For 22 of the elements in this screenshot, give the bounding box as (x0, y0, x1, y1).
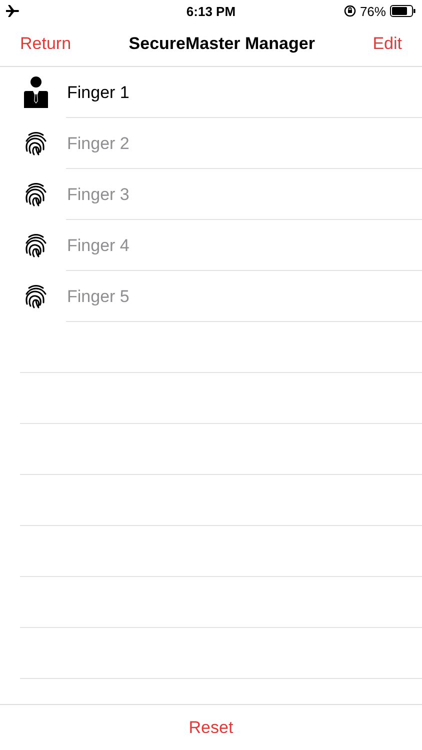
reset-button[interactable]: Reset (188, 718, 234, 738)
battery-icon (390, 5, 416, 17)
finger-list-item[interactable]: Finger 5 (0, 271, 422, 322)
fingerprint-icon (24, 182, 48, 208)
screen-title: SecureMaster Manager (128, 34, 315, 54)
finger-label: Finger 5 (67, 286, 130, 306)
return-button[interactable]: Return (20, 34, 72, 54)
status-time: 6:13 PM (186, 4, 236, 18)
finger-list-item[interactable]: Finger 1 (0, 67, 422, 118)
finger-list-item[interactable]: Finger 4 (0, 220, 422, 271)
fingerprint-icon (24, 232, 48, 258)
finger-label: Finger 3 (67, 184, 130, 204)
person-icon (24, 76, 48, 110)
finger-label: Finger 1 (67, 82, 130, 102)
finger-label: Finger 2 (67, 134, 130, 154)
fingerprint-icon (24, 130, 48, 156)
finger-list-item[interactable]: Finger 2 (0, 118, 422, 169)
edit-button[interactable]: Edit (372, 34, 402, 54)
fingerprint-icon (24, 284, 48, 310)
finger-label: Finger 4 (67, 236, 130, 256)
battery-percent: 76% (360, 4, 386, 18)
finger-list-item[interactable]: Finger 3 (0, 169, 422, 220)
